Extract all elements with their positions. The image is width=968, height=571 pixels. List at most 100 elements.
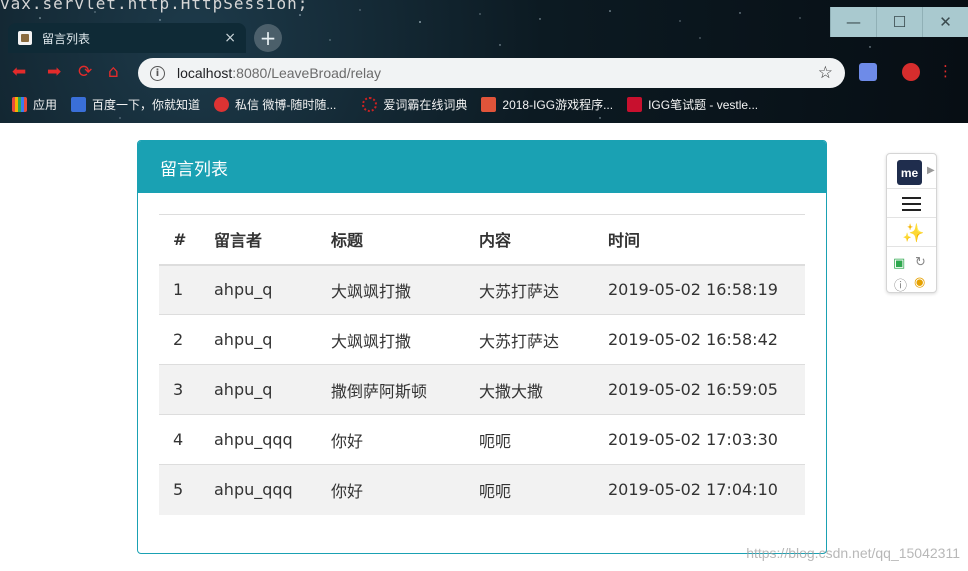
close-window-button[interactable]: ✕: [922, 7, 968, 37]
bookmark-igg-jobs[interactable]: 2018-IGG游戏程序...: [481, 96, 613, 113]
message-table: # 留言者 标题 内容 时间 1 ahpu_q 大飒飒打撒 大苏打萨达 2019…: [159, 214, 805, 515]
cell-content: 大苏打萨达: [465, 314, 594, 365]
message-table-wrapper: # 留言者 标题 内容 时间 1 ahpu_q 大飒飒打撒 大苏打萨达 2019…: [159, 214, 805, 515]
cell-time: 2019-05-02 17:03:30: [594, 414, 805, 465]
cell-content: 大苏打萨达: [465, 264, 594, 315]
apps-grid-icon: [12, 96, 27, 112]
table-body: 1 ahpu_q 大飒飒打撒 大苏打萨达 2019-05-02 16:58:19…: [159, 264, 805, 515]
panel-heading: 留言列表: [138, 141, 826, 193]
widget-divider: [887, 246, 936, 247]
bookmark-iciba[interactable]: 爱词霸在线词典: [362, 96, 467, 113]
expand-arrow-icon[interactable]: ▶: [927, 165, 935, 176]
table-row: 5 ahpu_qqq 你好 呃呃 2019-05-02 17:04:10: [159, 464, 805, 515]
bookmark-label: 爱词霸在线词典: [383, 97, 468, 112]
back-arrow-icon[interactable]: ⬅: [12, 62, 26, 82]
cell-author: ahpu_qqq: [200, 414, 317, 465]
cell-title: 大飒飒打撒: [317, 264, 465, 315]
browser-tab[interactable]: 留言列表 ×: [8, 23, 246, 53]
cell-number: 5: [159, 464, 200, 515]
navigation-bar: ⬅ ➡ ⟳ ⌂ i localhost:8080/LeaveBroad/rela…: [0, 57, 968, 89]
table-row: 3 ahpu_q 撒倒萨阿斯顿 大撒大撒 2019-05-02 16:59:05: [159, 364, 805, 415]
widget-divider: [887, 188, 936, 189]
extension-icon[interactable]: [859, 63, 877, 81]
cell-author: ahpu_qqq: [200, 464, 317, 515]
eye-icon[interactable]: ◉: [914, 275, 925, 290]
magic-wand-icon[interactable]: ✨: [902, 223, 924, 244]
bookmark-igg-exam[interactable]: IGG笔试题 - vestle...: [627, 96, 758, 113]
cast-icon[interactable]: ▣: [893, 256, 905, 271]
minimize-button[interactable]: —: [830, 7, 876, 37]
cell-title: 你好: [317, 414, 465, 465]
tab-title: 留言列表: [42, 31, 91, 46]
profile-avatar-icon[interactable]: [902, 63, 920, 81]
cell-author: ahpu_q: [200, 364, 317, 415]
cell-content: 呃呃: [465, 464, 594, 515]
jianshu-icon: [481, 96, 497, 112]
table-row: 1 ahpu_q 大飒飒打撒 大苏打萨达 2019-05-02 16:58:19: [159, 264, 805, 315]
cell-time: 2019-05-02 17:04:10: [594, 464, 805, 515]
forward-arrow-icon[interactable]: ➡: [47, 62, 61, 82]
menu-kebab-icon[interactable]: ⋮: [938, 62, 953, 80]
bookmark-star-icon[interactable]: ☆: [818, 63, 833, 83]
cell-time: 2019-05-02 16:58:42: [594, 314, 805, 365]
iciba-icon: [362, 96, 378, 112]
maximize-button[interactable]: ☐: [876, 7, 922, 37]
cell-time: 2019-05-02 16:59:05: [594, 364, 805, 415]
weibo-icon: [214, 96, 230, 112]
bookmarks-bar: 应用 百度一下，你就知道 私信 微博-随时随... 爱词霸在线词典 2018-I…: [0, 92, 968, 116]
warning-icon[interactable]: ⓘ: [894, 275, 907, 294]
home-icon[interactable]: ⌂: [108, 62, 119, 82]
cell-author: ahpu_q: [200, 264, 317, 315]
hamburger-menu-icon[interactable]: [902, 197, 921, 215]
cell-number: 2: [159, 314, 200, 365]
bookmark-label: 2018-IGG游戏程序...: [502, 97, 614, 112]
table-row: 4 ahpu_qqq 你好 呃呃 2019-05-02 17:03:30: [159, 414, 805, 465]
floating-extension-widget: me ▶ ✨ ▣ ↻ ⓘ ◉: [886, 153, 937, 294]
widget-divider: [887, 217, 936, 218]
table-header: # 留言者 标题 内容 时间: [159, 214, 805, 266]
refresh-icon[interactable]: ↻: [915, 255, 926, 270]
background-code-text: vax.servlet.http.HttpSession;: [0, 0, 309, 13]
cell-content: 大撒大撒: [465, 364, 594, 415]
col-content: 内容: [465, 214, 594, 266]
cell-number: 1: [159, 264, 200, 315]
cell-content: 呃呃: [465, 414, 594, 465]
col-title: 标题: [317, 214, 465, 266]
bookmark-weibo[interactable]: 私信 微博-随时随...: [214, 96, 336, 113]
cell-time: 2019-05-02 16:58:19: [594, 264, 805, 315]
table-row: 2 ahpu_q 大飒飒打撒 大苏打萨达 2019-05-02 16:58:42: [159, 314, 805, 365]
new-tab-button[interactable]: +: [254, 24, 282, 52]
message-list-panel: 留言列表 # 留言者 标题 内容 时间 1 ahpu_q 大飒飒打撒 大苏打萨达…: [137, 140, 827, 554]
baidu-paw-icon: [71, 96, 87, 112]
browser-chrome: vax.servlet.http.HttpSession; — ☐ ✕ 留言列表…: [0, 0, 968, 123]
bookmark-baidu[interactable]: 百度一下，你就知道: [71, 96, 200, 113]
cell-title: 你好: [317, 464, 465, 515]
bookmark-label: 私信 微博-随时随...: [235, 97, 337, 112]
url-port: :8080: [232, 65, 268, 81]
cell-number: 3: [159, 364, 200, 415]
cell-title: 大飒飒打撒: [317, 314, 465, 365]
reload-icon[interactable]: ⟳: [78, 62, 92, 82]
url-path: /LeaveBroad/relay: [267, 65, 381, 81]
bookmark-apps[interactable]: 应用: [12, 96, 57, 113]
bookmark-label: 百度一下，你就知道: [92, 97, 201, 112]
col-number: #: [159, 214, 200, 266]
bookmark-label: IGG笔试题 - vestle...: [648, 97, 759, 112]
watermark-text: https://blog.csdn.net/qq_15042311: [746, 545, 960, 561]
page-favicon-icon: [18, 31, 32, 45]
url-host: localhost: [177, 65, 233, 81]
csdn-icon: [627, 96, 643, 112]
url-text: localhost:8080/LeaveBroad/relay: [177, 65, 381, 81]
tab-close-icon[interactable]: ×: [224, 30, 236, 46]
col-author: 留言者: [200, 214, 317, 266]
me-extension-button[interactable]: me: [897, 160, 922, 185]
cell-number: 4: [159, 414, 200, 465]
col-time: 时间: [594, 214, 805, 266]
cell-title: 撒倒萨阿斯顿: [317, 364, 465, 415]
site-info-icon[interactable]: i: [150, 65, 165, 81]
header-row: # 留言者 标题 内容 时间: [159, 214, 805, 266]
window-controls: — ☐ ✕: [830, 7, 968, 37]
address-bar[interactable]: i localhost:8080/LeaveBroad/relay ☆: [138, 58, 845, 88]
bookmark-label: 应用: [33, 97, 58, 112]
cell-author: ahpu_q: [200, 314, 317, 365]
